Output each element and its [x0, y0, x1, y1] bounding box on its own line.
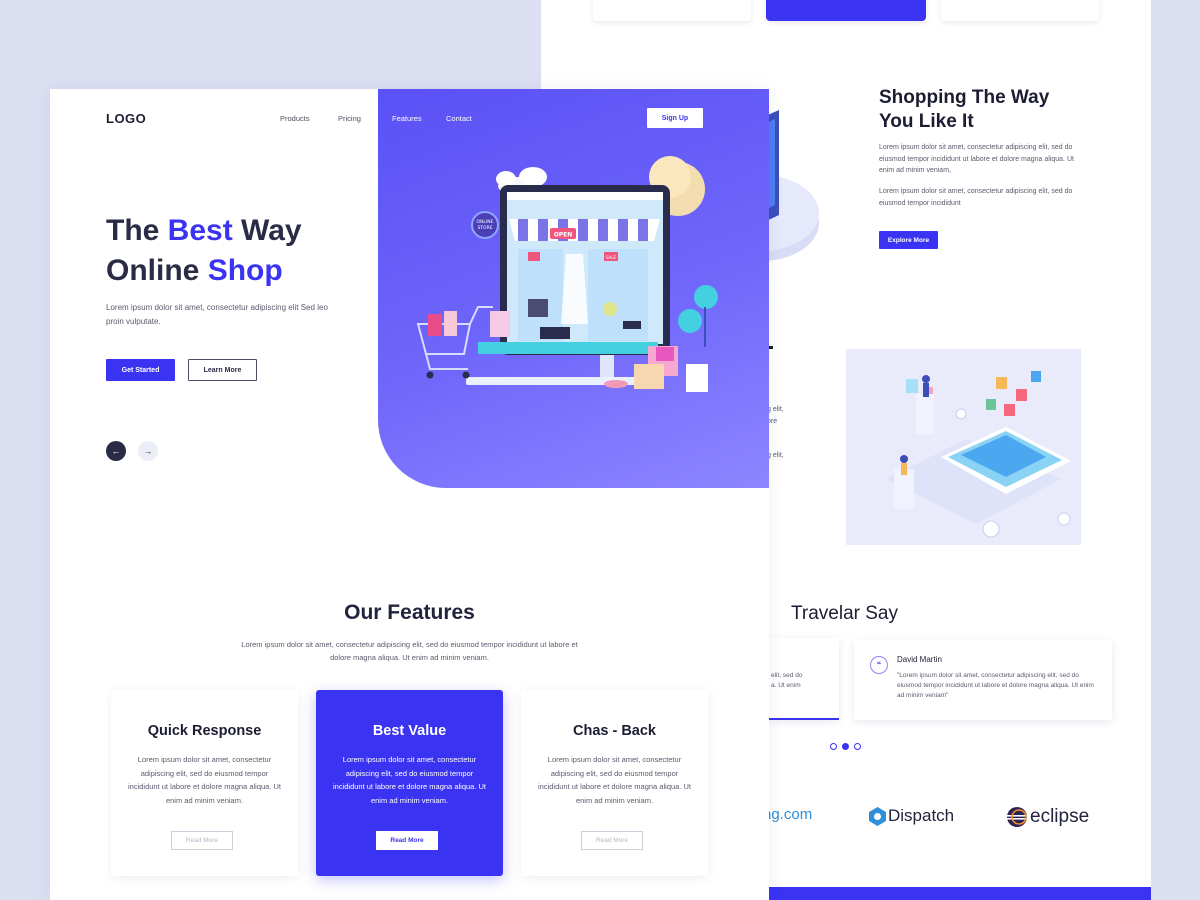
feature-card-text: Lorem ipsum dolor sit amet, consectetur … — [537, 755, 691, 805]
feature-card-title: Best Value — [372, 723, 447, 739]
dispatch-label: Dispatch — [888, 806, 955, 825]
isometric-illustration — [846, 349, 1081, 545]
hero-subtitle: Lorem ipsum dolor sit amet, consectetur … — [106, 303, 328, 326]
sale-tag-text: SALE — [606, 255, 617, 260]
booking-logo: ng.com — [763, 806, 813, 823]
top-card-active — [766, 0, 926, 21]
testimonial-text: "Lorem ipsum dolor sit amet, consectetur… — [897, 672, 1094, 699]
hero-title: The Best Way Online Shop — [106, 214, 302, 287]
testimonial-card: “ David Martin "Lorem ipsum dolor sit am… — [854, 640, 1112, 720]
feature-card-cash-back: Chas - Back Lorem ipsum dolor sit amet, … — [521, 690, 708, 876]
get-started-button[interactable]: Get Started — [106, 359, 175, 381]
nav-pricing[interactable]: Pricing — [338, 114, 361, 123]
dispatch-logo: Dispatch — [869, 806, 954, 826]
store-badge-text-bottom: STORE — [477, 225, 492, 231]
feature-card-text: Lorem ipsum dolor sit amet, consectetur … — [127, 755, 281, 805]
testimonial-fragment: elit, sed do — [771, 672, 803, 679]
feature-card-text: Lorem ipsum dolor sit amet, consectetur … — [332, 755, 486, 805]
arrow-right-icon[interactable]: → — [138, 441, 158, 461]
read-more-button[interactable]: Read More — [376, 831, 438, 850]
read-more-button[interactable]: Read More — [171, 831, 233, 850]
testimonials-title: Travelar Say — [791, 603, 898, 624]
nav-contact[interactable]: Contact — [446, 114, 472, 123]
top-card — [941, 0, 1099, 21]
top-card — [593, 0, 751, 21]
nav-products[interactable]: Products — [280, 114, 310, 123]
features-subtitle: Lorem ipsum dolor sit amet, consectetur … — [241, 640, 578, 662]
feature-card-quick-response: Quick Response Lorem ipsum dolor sit ame… — [111, 690, 298, 876]
testimonial-author: David Martin — [897, 655, 942, 664]
feature-card-title: Quick Response — [147, 723, 262, 739]
sign-up-button[interactable]: Sign Up — [647, 108, 703, 128]
feature-card-title: Chas - Back — [572, 723, 656, 739]
carousel-dot[interactable] — [830, 743, 837, 750]
learn-more-button[interactable]: Learn More — [188, 359, 257, 381]
features-title: Our Features — [344, 601, 475, 624]
read-more-button[interactable]: Read More — [581, 831, 643, 850]
arrow-left-icon[interactable]: ← — [106, 441, 126, 461]
open-sign-text: OPEN — [554, 232, 573, 239]
paragraph-fragment: g elit, — [767, 452, 784, 459]
section-paragraph: Lorem ipsum dolor sit amet, consectetur … — [879, 144, 1074, 174]
nav-features[interactable]: Features — [392, 114, 422, 123]
feature-card-best-value: Best Value Lorem ipsum dolor sit amet, c… — [316, 690, 503, 876]
carousel-dot[interactable] — [854, 743, 861, 750]
carousel-dot-active[interactable] — [842, 743, 849, 750]
quote-icon: “ — [870, 656, 888, 674]
eclipse-label: eclipse — [1030, 806, 1090, 827]
front-page-preview: ONLINE STORE OPEN SALE LOGO Products Pri… — [50, 89, 769, 900]
hero-illustration-panel: ONLINE STORE OPEN SALE — [378, 89, 769, 488]
store-badge-text-top: ONLINE — [477, 219, 494, 225]
logo[interactable]: LOGO — [106, 111, 146, 126]
paragraph-fragment: g elit, — [767, 406, 784, 413]
section-title: Shopping The Way You Like It — [879, 87, 1050, 132]
online-shop-illustration: ONLINE STORE OPEN SALE — [416, 156, 718, 392]
eclipse-icon — [1007, 807, 1027, 827]
eclipse-logo: eclipse — [1007, 806, 1089, 828]
section-paragraph: Lorem ipsum dolor sit amet, consectetur … — [879, 188, 1073, 207]
dispatch-icon — [869, 806, 886, 826]
explore-more-button[interactable]: Explore More — [879, 231, 938, 249]
testimonial-fragment: a. Ut enim — [771, 682, 801, 689]
